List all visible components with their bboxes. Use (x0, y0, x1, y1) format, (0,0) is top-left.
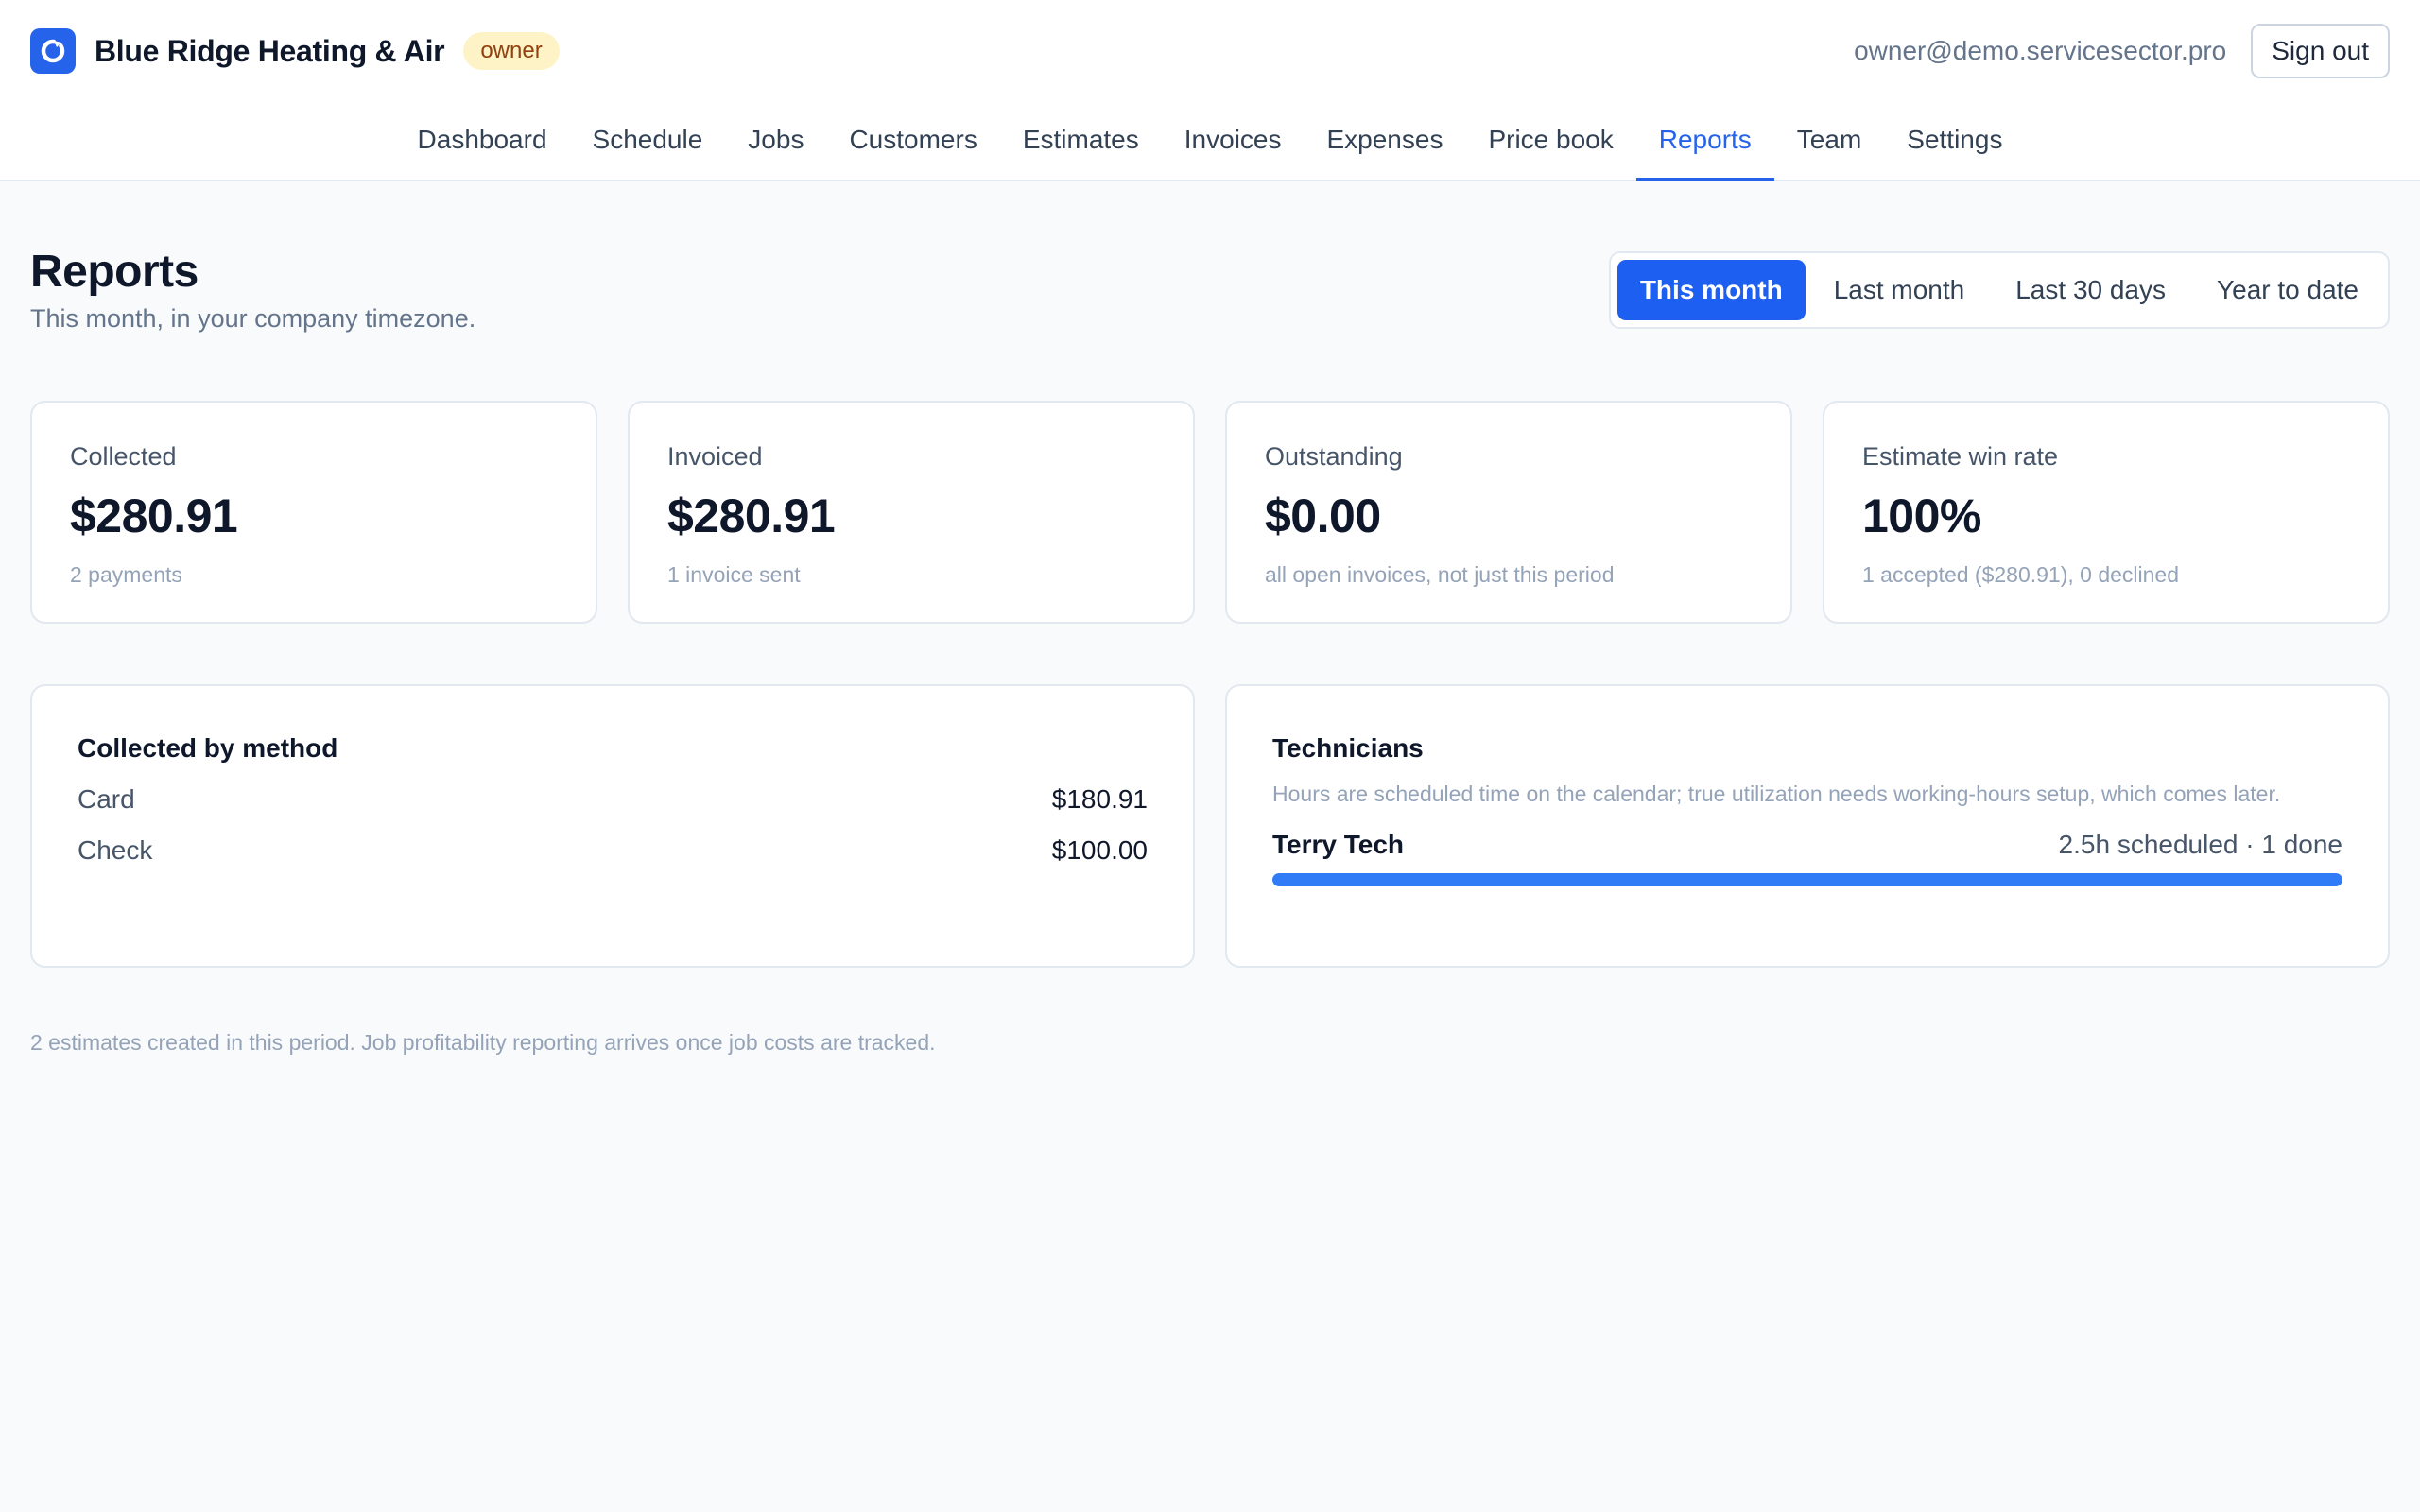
method-amount: $100.00 (1051, 835, 1148, 865)
stats-grid: Collected $280.91 2 payments Invoiced $2… (30, 401, 2390, 624)
main-nav: Dashboard Schedule Jobs Customers Estima… (0, 113, 2420, 181)
nav-item-jobs[interactable]: Jobs (725, 113, 826, 181)
range-year-to-date-button[interactable]: Year to date (2194, 260, 2381, 320)
range-last-month-button[interactable]: Last month (1811, 260, 1988, 320)
nav-item-invoices[interactable]: Invoices (1162, 113, 1305, 181)
stat-note: 1 accepted ($280.91), 0 declined (1862, 562, 2180, 587)
nav-item-dashboard[interactable]: Dashboard (395, 113, 570, 181)
detail-panels: Collected by method Card $180.91 Check $… (30, 684, 2390, 968)
stat-note: 2 payments (70, 562, 182, 587)
date-range-selector: This month Last month Last 30 days Year … (1608, 251, 2390, 329)
panel-title: Technicians (1272, 733, 1424, 763)
utilization-bar-fill (1272, 873, 2342, 886)
stat-label: Invoiced (667, 442, 763, 471)
technician-stats: 2.5h scheduled · 1 done (2058, 830, 2342, 859)
nav-item-team[interactable]: Team (1774, 113, 1884, 181)
utilization-bar (1272, 873, 2342, 886)
method-name: Card (78, 784, 135, 814)
nav-item-price-book[interactable]: Price book (1465, 113, 1635, 181)
stat-label: Collected (70, 442, 177, 471)
technician-name: Terry Tech (1272, 830, 1405, 859)
page-subtitle: This month, in your company timezone. (30, 304, 476, 333)
nav-item-schedule[interactable]: Schedule (570, 113, 726, 181)
nav-item-estimates[interactable]: Estimates (1000, 113, 1162, 181)
method-amount: $180.91 (1051, 784, 1148, 814)
nav-item-settings[interactable]: Settings (1884, 113, 2025, 181)
stat-card-win-rate: Estimate win rate 100% 1 accepted ($280.… (1823, 401, 2390, 624)
user-email: owner@demo.servicesector.pro (1854, 36, 2227, 65)
panel-title: Collected by method (78, 733, 338, 763)
stat-value: 100% (1862, 490, 1981, 542)
stat-value: $0.00 (1265, 490, 1381, 542)
footnote: 2 estimates created in this period. Job … (30, 1030, 936, 1055)
stat-card-invoiced: Invoiced $280.91 1 invoice sent (628, 401, 1195, 624)
range-last-30-days-button[interactable]: Last 30 days (1993, 260, 2188, 320)
main-content: Reports This month, in your company time… (30, 183, 2390, 1056)
stat-value: $280.91 (70, 490, 238, 542)
title-row: Reports This month, in your company time… (30, 183, 2390, 401)
role-badge: owner (463, 32, 560, 70)
collected-by-method-panel: Collected by method Card $180.91 Check $… (30, 684, 1195, 968)
stat-value: $280.91 (667, 490, 836, 542)
stat-note: all open invoices, not just this period (1265, 562, 1615, 587)
panel-description: Hours are scheduled time on the calendar… (1272, 782, 2281, 806)
stat-label: Outstanding (1265, 442, 1403, 471)
app-name: Blue Ridge Heating & Air (95, 33, 445, 68)
range-this-month-button[interactable]: This month (1616, 260, 1806, 320)
page-title: Reports (30, 247, 199, 297)
method-row: Check $100.00 (78, 835, 1148, 866)
stat-note: 1 invoice sent (667, 562, 801, 587)
refresh-circle-icon[interactable] (30, 28, 76, 74)
technician-row: Terry Tech 2.5h scheduled · 1 done (1272, 830, 2342, 860)
stat-card-collected: Collected $280.91 2 payments (30, 401, 597, 624)
nav-item-reports[interactable]: Reports (1635, 113, 1774, 181)
sign-out-button[interactable]: Sign out (2251, 24, 2390, 78)
nav-item-customers[interactable]: Customers (826, 113, 999, 181)
method-row: Card $180.91 (78, 784, 1148, 815)
nav-item-expenses[interactable]: Expenses (1304, 113, 1465, 181)
stat-label: Estimate win rate (1862, 442, 2059, 471)
method-name: Check (78, 835, 153, 865)
stat-card-outstanding: Outstanding $0.00 all open invoices, not… (1225, 401, 1792, 624)
top-bar: Blue Ridge Heating & Air owner owner@dem… (0, 0, 2420, 181)
technicians-panel: Technicians Hours are scheduled time on … (1225, 684, 2390, 968)
brand-row: Blue Ridge Heating & Air owner owner@dem… (30, 24, 2390, 78)
